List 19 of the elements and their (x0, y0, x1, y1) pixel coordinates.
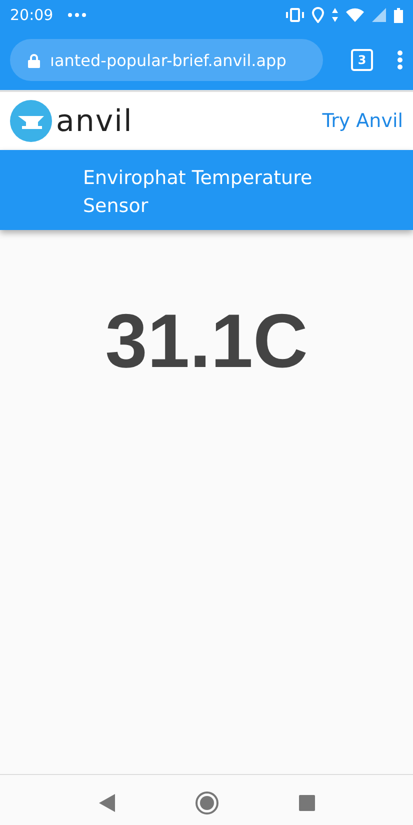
vibrate-icon (286, 8, 304, 22)
tab-count-button[interactable]: 3 (351, 49, 373, 71)
location-icon (312, 7, 324, 23)
logo-text: anvil (56, 104, 133, 138)
address-field[interactable]: ıanted-popular-brief.anvil.app (10, 39, 323, 81)
home-icon[interactable] (194, 790, 218, 814)
menu-icon[interactable] (397, 50, 403, 70)
try-anvil-link[interactable]: Try Anvil (322, 110, 403, 132)
page-title: Envirophat Temperature Sensor (83, 166, 314, 219)
recents-icon[interactable] (298, 794, 314, 810)
temperature-reading: 31.1C (105, 298, 308, 386)
signal-icon (372, 8, 386, 22)
lock-icon (28, 52, 40, 68)
wifi-icon (346, 8, 364, 22)
status-time: 20:09 (10, 6, 54, 24)
anvil-logo-icon (10, 100, 52, 142)
battery-icon (394, 8, 403, 22)
data-arrows-icon (332, 8, 338, 22)
back-icon[interactable] (98, 794, 114, 812)
